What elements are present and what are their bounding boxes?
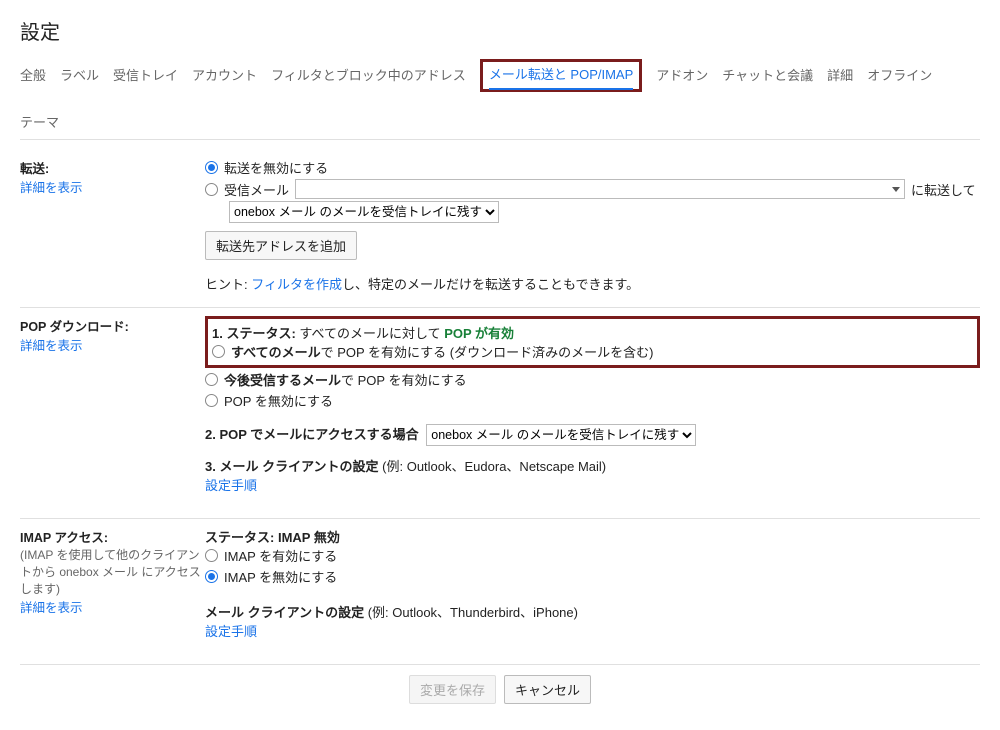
tab-forwarding[interactable]: メール転送と POP/IMAP [489, 61, 633, 90]
pop-status-label: 1. ステータス: [212, 326, 296, 341]
page-title: 設定 [20, 16, 980, 45]
imap-client-label: メール クライアントの設定 [205, 605, 364, 620]
imap-section: IMAP アクセス: (IMAP を使用して他のクライアントから onebox … [20, 519, 980, 665]
pop-disable-radio[interactable] [205, 394, 218, 407]
imap-disable-label: IMAP を無効にする [224, 567, 337, 586]
forwarding-disable-radio[interactable] [205, 161, 218, 174]
pop-client-example: (例: Outlook、Eudora、Netscape Mail) [379, 459, 607, 474]
tab-advanced[interactable]: 詳細 [827, 59, 853, 92]
imap-client-example: (例: Outlook、Thunderbird、iPhone) [364, 605, 578, 620]
footer-buttons: 変更を保存 キャンセル [20, 665, 980, 714]
forwarding-section: 転送: 詳細を表示 転送を無効にする 受信メール に転送して onebox メー… [20, 150, 980, 308]
pop-enable-future-label: 今後受信するメールで POP を有効にする [224, 370, 467, 389]
tab-themes[interactable]: テーマ [20, 106, 59, 139]
pop-status-enabled: POP が有効 [444, 326, 514, 341]
pop-client-label: 3. メール クライアントの設定 [205, 459, 379, 474]
forwarding-enable-radio[interactable] [205, 183, 218, 196]
forwarding-incoming-suffix: に転送して [911, 180, 976, 199]
imap-title: IMAP アクセス: [20, 531, 108, 545]
pop-access-select[interactable]: onebox メール のメールを受信トレイに残す [426, 424, 696, 446]
pop-enable-all-radio[interactable] [212, 345, 225, 358]
create-filter-link[interactable]: フィルタを作成 [251, 277, 342, 292]
pop-enable-all-label: すべてのメールで POP を有効にする (ダウンロード済みのメールを含む) [231, 342, 653, 361]
imap-enable-radio[interactable] [205, 549, 218, 562]
pop-enable-future-radio[interactable] [205, 373, 218, 386]
tab-labels[interactable]: ラベル [60, 59, 99, 92]
imap-subtitle: (IMAP を使用して他のクライアントから onebox メール にアクセスしま… [20, 548, 201, 596]
imap-disable-radio[interactable] [205, 570, 218, 583]
tab-inbox[interactable]: 受信トレイ [113, 59, 178, 92]
highlight-pop-status: 1. ステータス: すべてのメールに対して POP が有効 すべてのメールで P… [205, 316, 980, 368]
forwarding-incoming-prefix: 受信メール [224, 180, 289, 199]
save-button[interactable]: 変更を保存 [409, 675, 496, 704]
add-forwarding-address-button[interactable]: 転送先アドレスを追加 [205, 231, 357, 260]
pop-title: POP ダウンロード: [20, 320, 129, 334]
cancel-button[interactable]: キャンセル [504, 675, 591, 704]
tab-chat[interactable]: チャットと会議 [722, 59, 813, 92]
pop-status-text: すべてのメールに対して [296, 326, 444, 341]
pop-learn-more-link[interactable]: 詳細を表示 [20, 339, 83, 353]
imap-enable-label: IMAP を有効にする [224, 546, 337, 565]
forwarding-disable-label: 転送を無効にする [224, 158, 328, 177]
imap-status-value: IMAP 無効 [278, 530, 340, 545]
tab-offline[interactable]: オフライン [867, 59, 932, 92]
tab-addons[interactable]: アドオン [656, 59, 708, 92]
forwarding-learn-more-link[interactable]: 詳細を表示 [20, 181, 83, 195]
pop-section: POP ダウンロード: 詳細を表示 1. ステータス: すべてのメールに対して … [20, 308, 980, 519]
forwarding-keepcopy-select[interactable]: onebox メール のメールを受信トレイに残す [229, 201, 499, 223]
pop-access-label: 2. POP でメールにアクセスする場合 [205, 427, 419, 442]
forwarding-address-select[interactable] [295, 179, 905, 199]
forwarding-title: 転送: [20, 162, 49, 176]
tab-accounts[interactable]: アカウント [192, 59, 257, 92]
settings-tabs: 全般 ラベル 受信トレイ アカウント フィルタとブロック中のアドレス メール転送… [20, 59, 980, 140]
tab-general[interactable]: 全般 [20, 59, 46, 92]
pop-disable-label: POP を無効にする [224, 391, 333, 410]
pop-client-link[interactable]: 設定手順 [205, 478, 257, 493]
imap-status-label: ステータス: [205, 530, 278, 545]
imap-learn-more-link[interactable]: 詳細を表示 [20, 601, 83, 615]
tab-filters[interactable]: フィルタとブロック中のアドレス [271, 59, 466, 92]
forwarding-hint: ヒント: フィルタを作成し、特定のメールだけを転送することもできます。 [205, 274, 980, 293]
highlight-forwarding-tab: メール転送と POP/IMAP [480, 59, 642, 92]
imap-client-link[interactable]: 設定手順 [205, 624, 257, 639]
